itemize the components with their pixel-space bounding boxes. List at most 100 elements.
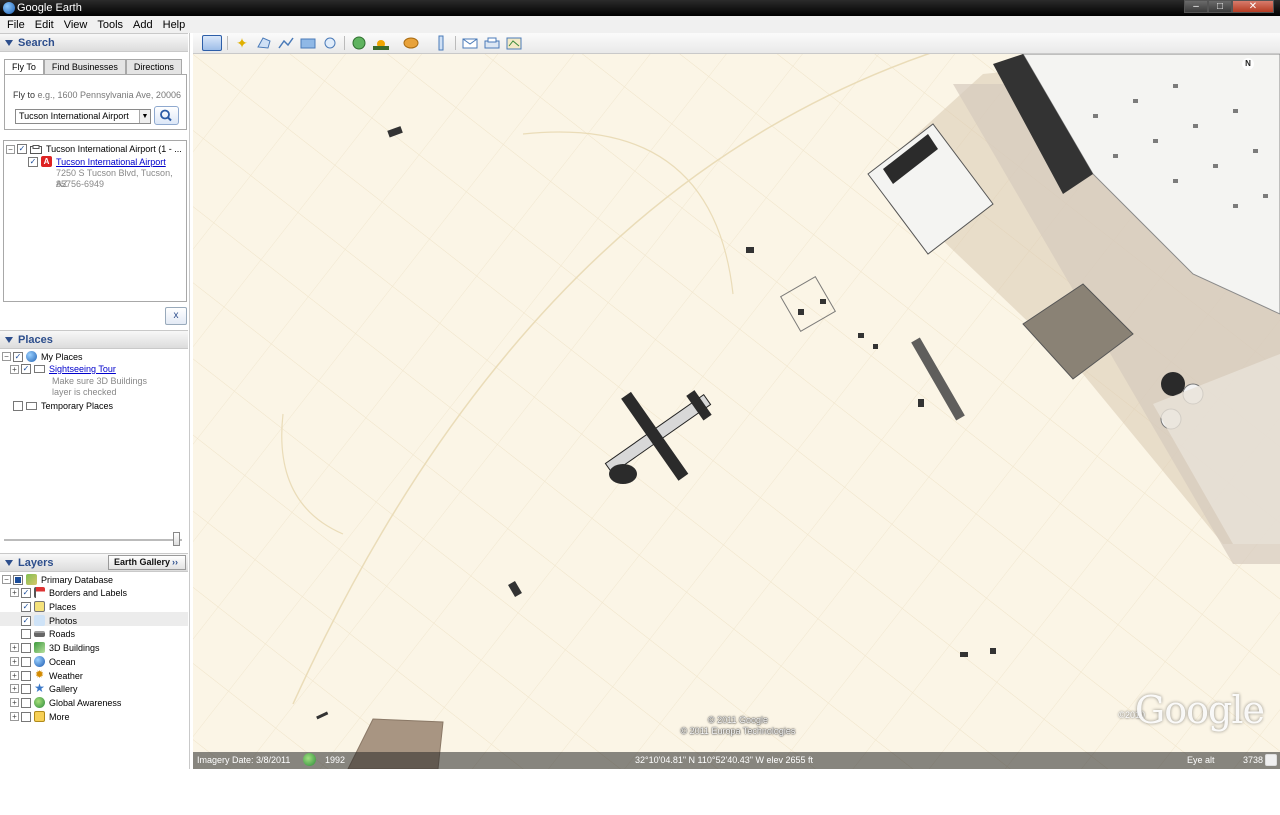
tab-fly-to[interactable]: Fly To [4,59,44,75]
expand-toggle[interactable]: + [10,588,19,597]
menu-tools[interactable]: Tools [92,19,128,31]
my-places-row[interactable]: − ✓ My Places [2,351,83,362]
pointer-coordinates: 32°10'04.81" N 110°52'40.43" W elev 2655… [635,755,813,765]
eye-alt-label: Eye alt [1187,755,1215,765]
sightseeing-checkbox[interactable]: ✓ [21,364,31,374]
folder-icon [34,365,45,373]
layer-label: Gallery [49,683,78,694]
placemark-a-icon: A [41,156,52,167]
layer-checkbox[interactable]: ✓ [21,711,31,722]
layer-label: Borders and Labels [49,587,128,598]
layer-item-roads[interactable]: ✓ Roads [21,629,75,639]
layer-item-global-awareness[interactable]: + ✓ Global Awareness [10,697,121,708]
sunlight-icon[interactable] [371,35,391,51]
layer-item-primary-database[interactable]: − Primary Database [2,574,113,585]
expand-toggle[interactable]: + [10,698,19,707]
temporary-places-checkbox[interactable]: ✓ [13,401,23,411]
expand-toggle[interactable]: + [10,712,19,721]
search-folder-icon [30,144,42,154]
map-view[interactable]: N © 2011 Google © 2011 Europa Technologi… [193,54,1280,769]
menu-help[interactable]: Help [158,19,191,31]
search-input[interactable]: Tucson International Airport ▼ [15,109,151,124]
collapse-toggle[interactable]: − [2,575,11,584]
result-item[interactable]: ✓ A Tucson International Airport [28,156,166,167]
historical-imagery-clock-icon[interactable] [303,753,316,766]
layer-checkbox[interactable]: ✓ [21,601,31,612]
image-overlay-icon[interactable] [298,35,318,51]
window-controls: – □ ✕ [1184,0,1274,14]
tab-directions[interactable]: Directions [125,59,182,74]
layer-checkbox[interactable]: ✓ [21,670,31,681]
layer-item-weather[interactable]: + ✓ ✹ Weather [10,670,83,681]
results-folder-row[interactable]: − ✓ Tucson International Airport (1 - ..… [6,144,182,154]
result-title-link[interactable]: Tucson International Airport [56,157,166,167]
layer-checkbox[interactable]: ✓ [21,615,31,626]
expand-toggle[interactable]: + [10,657,19,666]
layer-checkbox[interactable]: ✓ [21,683,31,694]
layer-checkbox[interactable]: ✓ [21,587,31,598]
places-slider-track[interactable] [4,539,182,541]
layer-label: Roads [49,629,76,639]
layer-item-more[interactable]: + ✓ More [10,711,70,722]
menu-file[interactable]: File [2,19,30,31]
sidebar-toggle-icon[interactable] [202,35,222,51]
places-panel-header[interactable]: Places [0,330,188,349]
layer-checkbox[interactable]: ✓ [21,697,31,708]
my-places-checkbox[interactable]: ✓ [13,351,23,362]
view-in-maps-icon[interactable] [504,35,524,51]
earth-gallery-label: Earth Gallery [114,557,171,567]
layer-item-photos[interactable]: ✓ Photos [21,615,77,626]
temporary-places-row[interactable]: ✓ Temporary Places [13,401,113,411]
layer-item-3d-buildings[interactable]: + ✓ 3D Buildings [10,642,100,653]
expand-toggle[interactable]: + [10,671,19,680]
layer-item-borders[interactable]: + ✓ Borders and Labels [10,587,127,598]
search-button[interactable] [154,106,179,125]
collapse-toggle[interactable]: − [2,352,11,361]
search-panel-header[interactable]: Search [0,33,188,52]
sightseeing-tour-link[interactable]: Sightseeing Tour [49,364,116,374]
polygon-icon[interactable] [254,35,274,51]
expand-toggle[interactable]: + [10,364,19,374]
results-folder-checkbox[interactable]: ✓ [17,144,27,154]
path-icon[interactable] [276,35,296,51]
ruler-icon[interactable] [431,35,451,51]
collapse-toggle[interactable]: − [6,144,15,154]
record-tour-icon[interactable] [320,35,340,51]
my-places-label: My Places [41,351,83,362]
layer-item-places[interactable]: ✓ Places [21,601,76,612]
places-slider-handle[interactable] [173,532,180,546]
expand-toggle[interactable]: + [10,684,19,693]
tab-find-businesses[interactable]: Find Businesses [43,59,126,74]
result-address-line2: 85756-6949 [56,179,105,189]
menu-edit[interactable]: Edit [30,19,59,31]
imagery-date: Imagery Date: 3/8/2011 [197,755,291,765]
maximize-button[interactable]: □ [1208,0,1232,13]
road-icon [34,631,45,637]
print-icon[interactable] [482,35,502,51]
layer-item-gallery[interactable]: + ✓ ★ Gallery [10,682,78,694]
compass-north-icon[interactable]: N [1242,58,1254,70]
layer-checkbox[interactable]: ✓ [21,629,31,639]
email-icon[interactable] [460,35,480,51]
layer-checkbox-partial[interactable] [13,574,23,585]
minimize-button[interactable]: – [1184,0,1208,13]
planets-icon[interactable] [401,35,421,51]
layer-checkbox[interactable]: ✓ [21,656,31,667]
placemark-icon[interactable]: ✦ [232,35,252,51]
menu-add[interactable]: Add [128,19,158,31]
status-bar-corner-button[interactable] [1265,754,1277,766]
result-checkbox[interactable]: ✓ [28,156,38,167]
layer-item-ocean[interactable]: + ✓ Ocean [10,656,76,667]
earth-gallery-button[interactable]: Earth Gallery ›› [108,555,186,570]
layer-checkbox[interactable]: ✓ [21,642,31,653]
layers-panel-header[interactable]: Layers Earth Gallery ›› [0,553,188,572]
expand-toggle[interactable]: + [10,643,19,652]
aerial-imagery [193,54,1280,769]
chevron-down-icon[interactable]: ▼ [139,110,150,123]
menu-view[interactable]: View [59,19,93,31]
close-button[interactable]: ✕ [1232,0,1274,13]
sightseeing-tour-row[interactable]: + ✓ Sightseeing Tour [10,364,116,374]
historical-imagery-icon[interactable] [349,35,369,51]
clear-search-results-button[interactable]: x [165,307,187,325]
search-icon [160,109,172,122]
